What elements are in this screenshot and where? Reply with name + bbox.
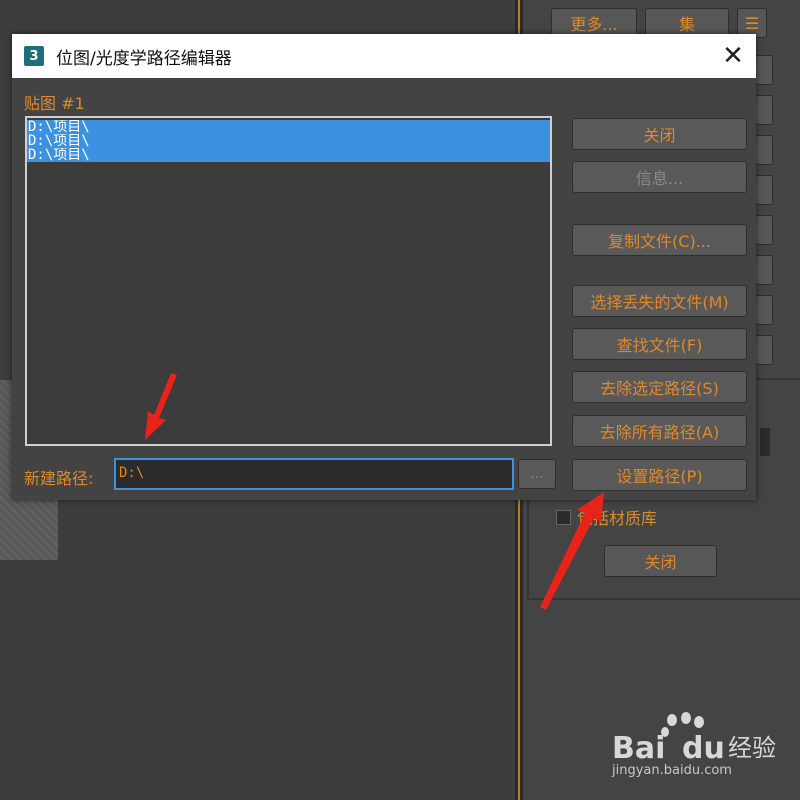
annotation-arrows bbox=[145, 373, 604, 610]
watermark-url: jingyan.baidu.com bbox=[612, 763, 732, 778]
arrow-to-set-path bbox=[540, 492, 604, 610]
watermark-brand: Bai bbox=[612, 731, 665, 764]
arrow-to-new-path bbox=[145, 373, 177, 440]
baidu-watermark: Bai du 经验 bbox=[600, 712, 800, 768]
baidu-paw-logo: Bai du 经验 bbox=[612, 712, 776, 766]
watermark-suffix: 经验 bbox=[728, 734, 776, 762]
watermark-du: du bbox=[682, 731, 725, 764]
